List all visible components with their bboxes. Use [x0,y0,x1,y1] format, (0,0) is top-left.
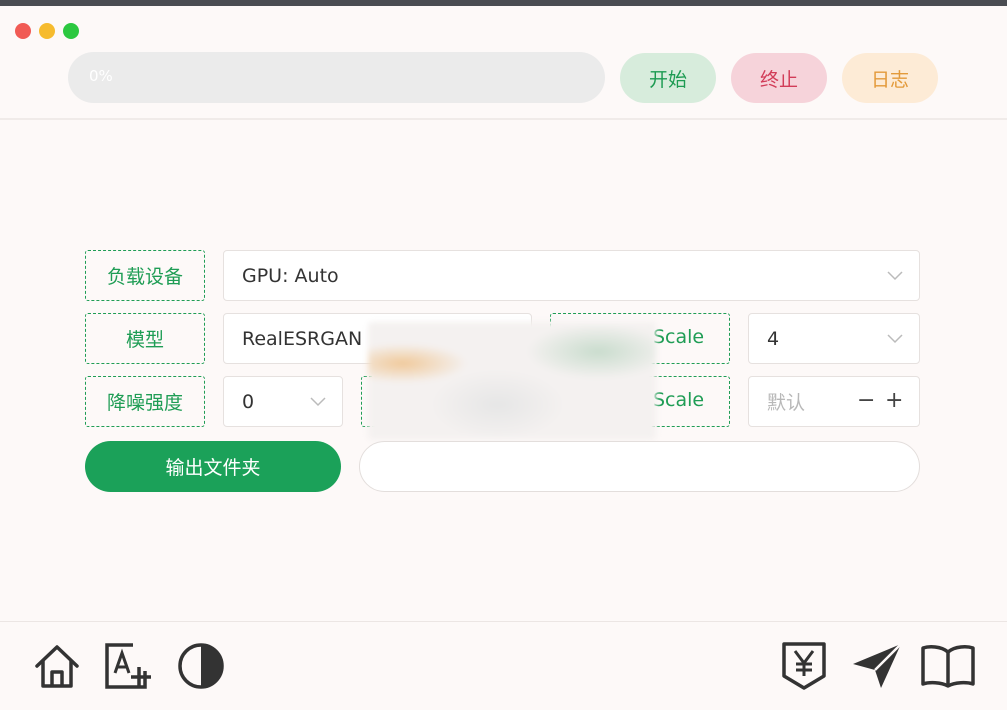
progress-text: 0% [89,67,113,85]
stop-button[interactable]: 终止 [731,53,827,103]
scale-label-text: Scale [653,326,705,348]
output-path-input[interactable] [359,441,920,492]
window-zoom-button[interactable] [63,23,79,39]
header-divider [0,118,1007,120]
denoise-select[interactable]: 0 [223,376,343,427]
scale-select-value: 4 [767,327,780,350]
app-window: 0% 开始 终止 日志 负载设备 GPU: Auto 模型 RealESRGAN… [0,0,1007,710]
scale-select[interactable]: 4 [748,313,920,364]
start-button[interactable]: 开始 [620,53,716,103]
progress-bar: 0% [68,52,605,103]
device-label: 负载设备 [85,250,205,301]
device-select[interactable]: GPU: Auto [223,250,920,301]
denoise-label: 降噪强度 [85,376,205,427]
book-icon[interactable] [921,644,975,688]
custom-scale-placeholder: 默认 [767,392,806,414]
output-folder-button[interactable]: 输出文件夹 [85,441,341,492]
home-icon[interactable] [33,642,81,690]
custom-scale-stepper[interactable]: 默认 − + [748,376,920,427]
footer-divider [0,621,1007,622]
contrast-icon[interactable] [177,642,225,690]
chevron-down-icon [887,333,903,343]
model-label: 模型 [85,313,205,364]
blurred-region [368,322,656,440]
window-top-strip [0,0,1007,6]
denoise-select-value: 0 [242,390,255,413]
yen-tag-icon[interactable] [781,642,827,690]
minus-icon[interactable]: − [857,389,875,412]
window-minimize-button[interactable] [39,23,55,39]
log-button[interactable]: 日志 [842,53,938,103]
window-close-button[interactable] [15,23,31,39]
model-select-value: RealESRGAN [242,327,363,350]
device-select-value: GPU: Auto [242,264,339,287]
plus-icon[interactable]: + [885,389,903,412]
send-icon[interactable] [851,642,903,690]
chevron-down-icon [887,270,903,280]
chevron-down-icon [310,396,326,406]
text-image-add-icon[interactable] [105,643,155,689]
custom-scale-label-text: Scale [653,389,705,411]
